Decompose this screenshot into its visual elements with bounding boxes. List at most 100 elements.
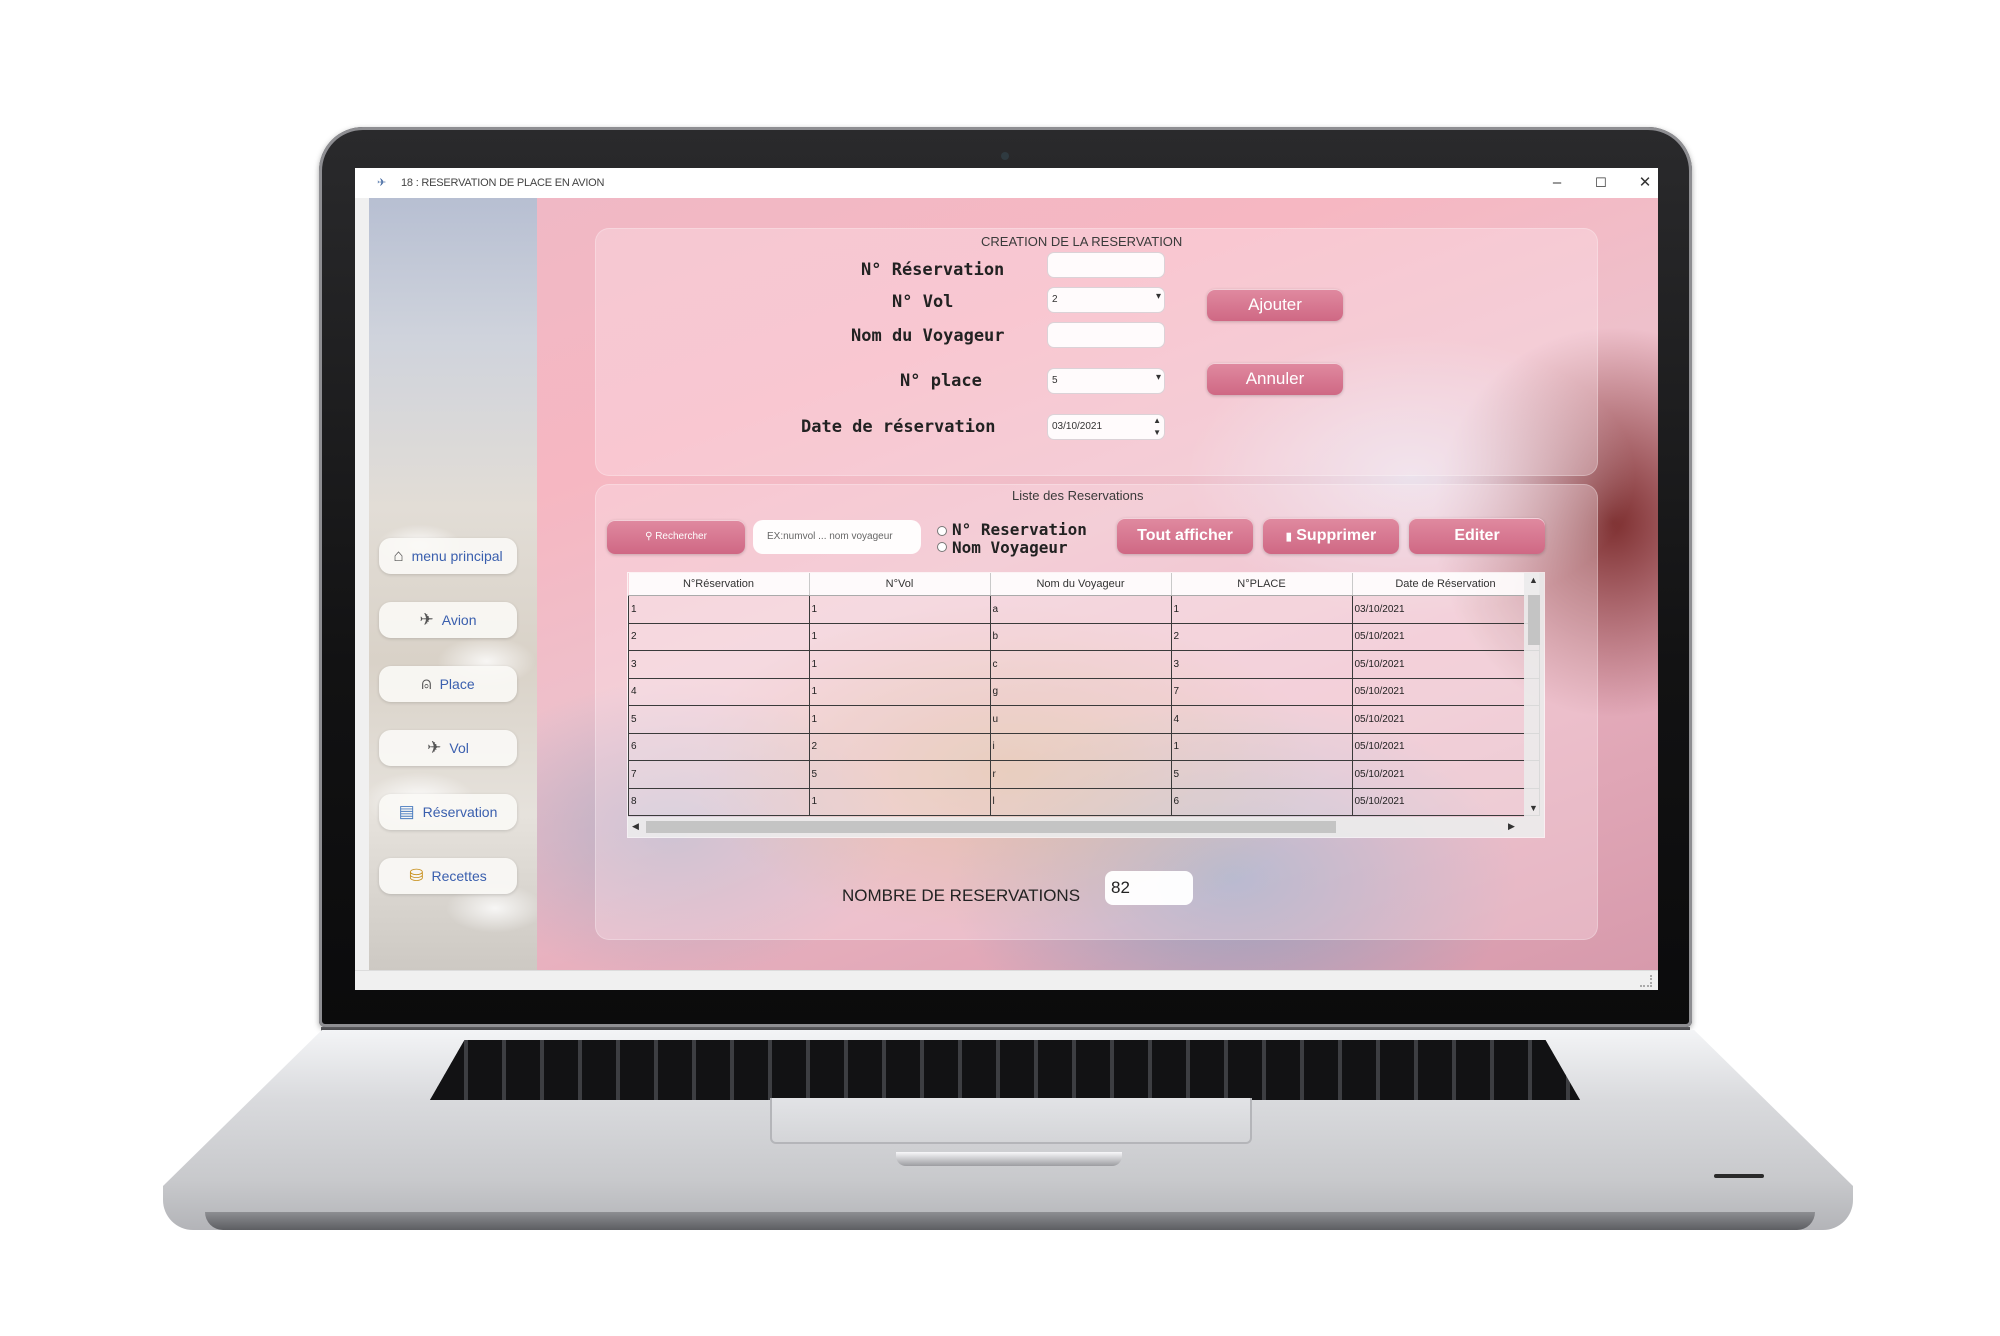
ajouter-button[interactable]: Ajouter	[1207, 289, 1343, 321]
scroll-up-icon[interactable]: ▲	[1529, 575, 1538, 585]
rechercher-button[interactable]: ⚲ Rechercher	[607, 520, 745, 554]
supprimer-button[interactable]: ▮ Supprimer	[1263, 518, 1399, 554]
tout-afficher-button[interactable]: Tout afficher	[1117, 518, 1253, 554]
label-num-place: N° place	[900, 371, 982, 391]
table-row[interactable]: 8 1 l 6 05/10/2021	[628, 787, 1540, 816]
trash-icon: ▮	[1285, 531, 1292, 543]
table-cell: 05/10/2021	[1351, 760, 1540, 789]
reservations-grid[interactable]: N°Réservation N°Vol Nom du Voyageur N°PL…	[627, 572, 1545, 838]
column-header[interactable]: N°PLACE	[1171, 573, 1353, 596]
vertical-scroll-thumb[interactable]	[1528, 595, 1540, 645]
table-row[interactable]: 7 5 r 5 05/10/2021	[628, 760, 1540, 789]
search-icon: ⚲	[645, 531, 653, 542]
table-cell: 05/10/2021	[1351, 622, 1540, 651]
radio-nom-voyageur-label: Nom Voyageur	[952, 538, 1068, 557]
table-cell: 1	[808, 677, 991, 706]
table-cell: 1	[808, 595, 991, 624]
scroll-left-icon[interactable]: ◀	[632, 821, 639, 832]
column-header[interactable]: N°Vol	[809, 573, 991, 596]
sidebar-item-label: Réservation	[422, 804, 498, 820]
sidebar-item-recettes[interactable]: ⛁ Recettes	[379, 858, 517, 894]
date-reservation-value: 03/10/2021	[1052, 421, 1103, 432]
maximize-button[interactable]: ☐	[1581, 171, 1621, 195]
sidebar-item-avion[interactable]: ✈ Avion	[379, 602, 517, 638]
label-num-vol: N° Vol	[892, 292, 954, 312]
sidebar: ⌂ menu principal ✈ Avion ⍝ Place ✈ Vol ▤…	[369, 198, 537, 970]
scroll-right-icon[interactable]: ▶	[1508, 821, 1515, 832]
reservations-table: N°Réservation N°Vol Nom du Voyageur N°PL…	[628, 573, 1540, 816]
chevron-down-icon[interactable]: ▾	[1156, 372, 1161, 383]
table-cell: 6	[628, 732, 810, 761]
column-header[interactable]: Date de Réservation	[1352, 573, 1540, 596]
main-content: CREATION DE LA RESERVATION N° Réservatio…	[537, 198, 1658, 970]
table-row[interactable]: 2 1 b 2 05/10/2021	[628, 622, 1540, 651]
column-header[interactable]: N°Réservation	[628, 573, 810, 596]
table-cell: r	[989, 760, 1172, 789]
resize-grip-icon[interactable]	[1640, 975, 1652, 987]
table-cell: 1	[628, 595, 810, 624]
reservation-icon: ▤	[398, 802, 415, 821]
vertical-scrollbar[interactable]: ▲ ▼	[1524, 573, 1544, 817]
sidebar-item-label: Vol	[449, 740, 469, 756]
radio-num-reservation[interactable]	[937, 526, 947, 536]
table-cell: u	[989, 705, 1172, 734]
table-cell: 03/10/2021	[1351, 595, 1540, 624]
close-button[interactable]: ✕	[1625, 171, 1658, 195]
horizontal-scroll-thumb[interactable]	[646, 821, 1336, 833]
sidebar-item-label: Avion	[441, 612, 477, 628]
sidebar-item-label: Recettes	[431, 868, 487, 884]
table-cell: 3	[628, 650, 810, 679]
coins-icon: ⛁	[409, 866, 424, 885]
table-row[interactable]: 4 1 g 7 05/10/2021	[628, 677, 1540, 706]
reservation-count-label: NOMBRE DE RESERVATIONS	[842, 886, 1081, 905]
sidebar-item-vol[interactable]: ✈ Vol	[379, 730, 517, 766]
table-cell: 7	[1170, 677, 1353, 706]
radio-nom-voyageur[interactable]	[937, 542, 947, 552]
table-cell: g	[989, 677, 1172, 706]
scroll-down-icon[interactable]: ▼	[1529, 803, 1538, 813]
sidebar-item-place[interactable]: ⍝ Place	[379, 666, 517, 702]
chevron-down-icon[interactable]: ▾	[1156, 291, 1161, 302]
table-cell: b	[989, 622, 1172, 651]
status-led	[1714, 1174, 1764, 1178]
table-cell: 05/10/2021	[1351, 650, 1540, 679]
editer-button[interactable]: Editer	[1409, 518, 1545, 554]
title-bar: ✈ 18 : RESERVATION DE PLACE EN AVION – ☐…	[355, 168, 1658, 198]
table-row[interactable]: 1 1 a 1 03/10/2021	[628, 595, 1540, 624]
sidebar-item-label: Place	[439, 676, 475, 692]
search-input[interactable]: EX:numvol ... nom voyageur	[753, 520, 921, 554]
table-row[interactable]: 3 1 c 3 05/10/2021	[628, 650, 1540, 679]
num-vol-value: 2	[1052, 294, 1058, 305]
table-cell: 5	[1170, 760, 1353, 789]
num-place-select[interactable]: 5 ▾	[1047, 368, 1165, 394]
table-cell: i	[989, 732, 1172, 761]
minimize-button[interactable]: –	[1537, 171, 1577, 195]
table-row[interactable]: 5 1 u 4 05/10/2021	[628, 705, 1540, 734]
home-icon: ⌂	[393, 546, 404, 565]
table-cell: 2	[1170, 622, 1353, 651]
airplane-icon: ✈	[419, 610, 434, 629]
table-cell: 2	[808, 732, 991, 761]
table-cell: c	[989, 650, 1172, 679]
horizontal-scrollbar[interactable]: ◀ ▶	[628, 817, 1544, 837]
annuler-button[interactable]: Annuler	[1207, 363, 1343, 395]
num-reservation-field[interactable]	[1047, 252, 1165, 278]
sidebar-item-reservation[interactable]: ▤ Réservation	[379, 794, 517, 830]
table-cell: 1	[1170, 732, 1353, 761]
date-reservation-picker[interactable]: 03/10/2021 ▲ ▼	[1047, 414, 1165, 440]
app-window: ✈ 18 : RESERVATION DE PLACE EN AVION – ☐…	[355, 168, 1658, 990]
webcam	[1001, 152, 1009, 160]
laptop-base-edge	[205, 1212, 1815, 1230]
spinner-arrows-icon[interactable]: ▲ ▼	[1153, 415, 1161, 439]
table-cell: 4	[628, 677, 810, 706]
radio-num-reservation-label: N° Reservation	[952, 520, 1087, 539]
num-place-value: 5	[1052, 375, 1058, 386]
column-header[interactable]: Nom du Voyageur	[990, 573, 1172, 596]
sidebar-item-label: menu principal	[411, 548, 503, 564]
nom-voyageur-field[interactable]	[1047, 322, 1165, 348]
supprimer-label: Supprimer	[1296, 527, 1377, 544]
table-row[interactable]: 6 2 i 1 05/10/2021	[628, 732, 1540, 761]
sidebar-item-menu-principal[interactable]: ⌂ menu principal	[379, 538, 517, 574]
num-vol-select[interactable]: 2 ▾	[1047, 287, 1165, 313]
table-cell: 5	[808, 760, 991, 789]
